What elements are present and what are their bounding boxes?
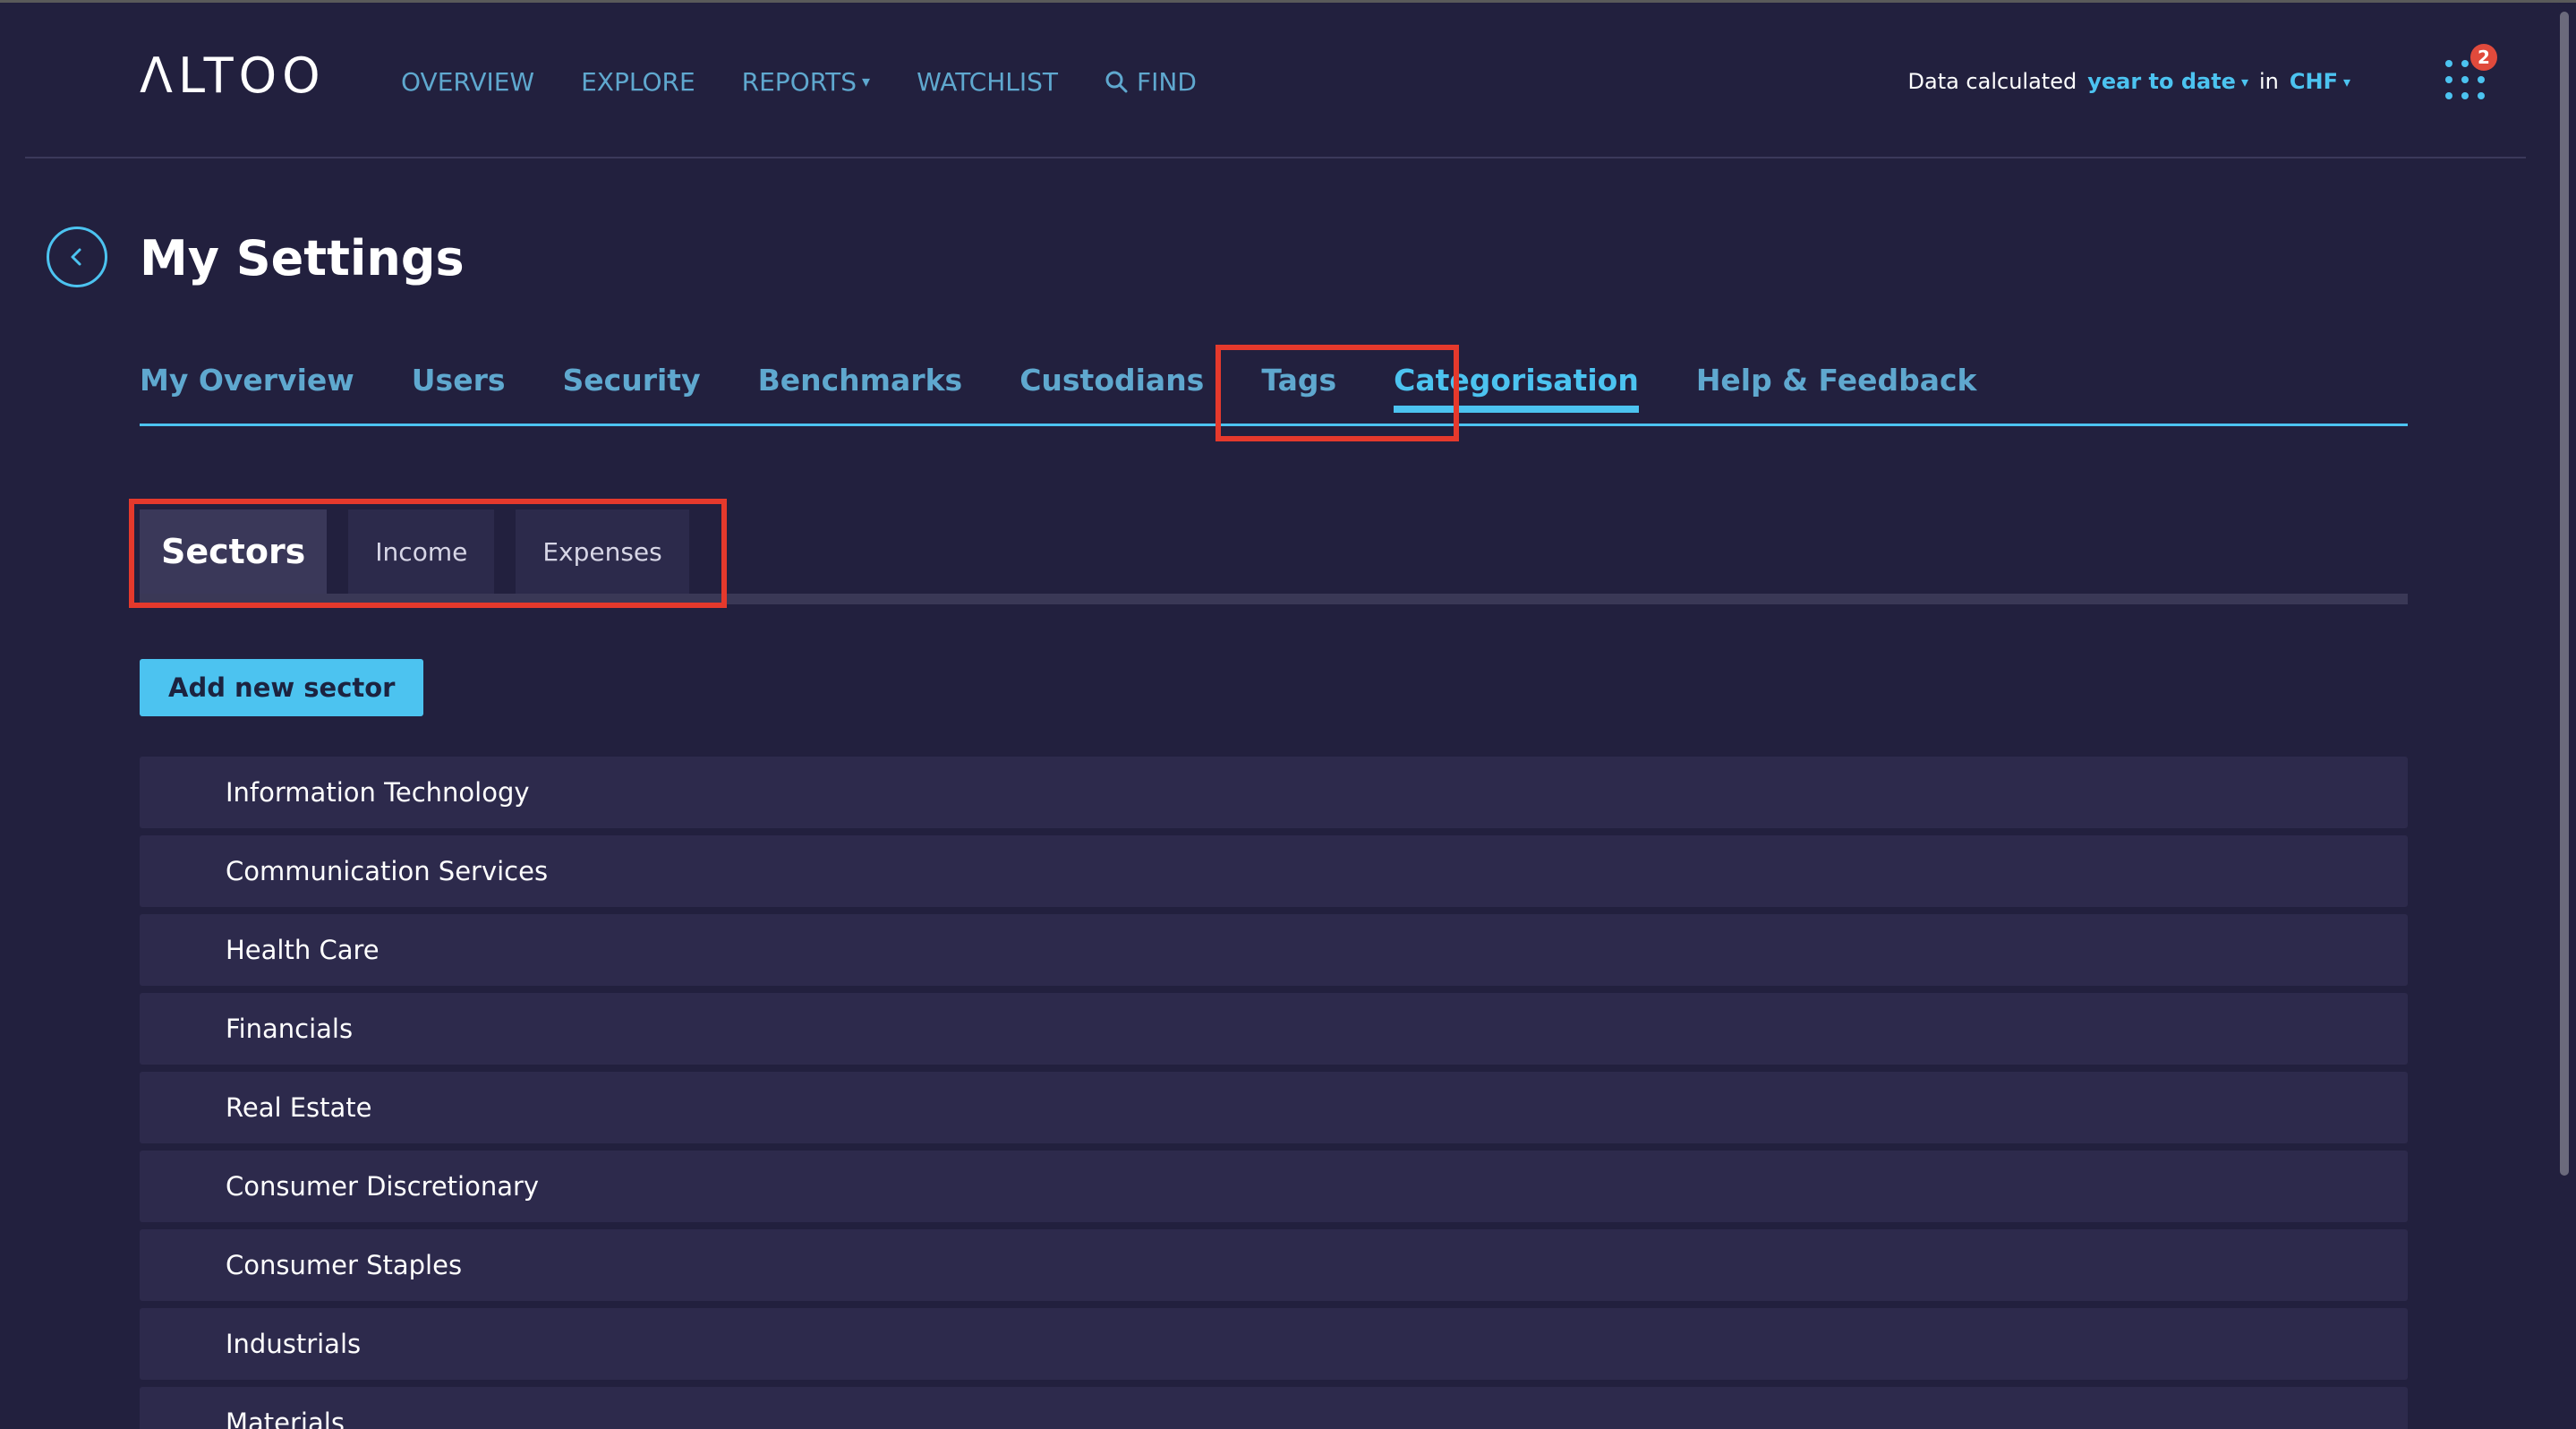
sector-item-consumer-staples[interactable]: Consumer Staples [140,1229,2408,1301]
top-bar: ΛLTOO OVERVIEW EXPLORE REPORTS ▾ WATCHLI… [25,3,2526,158]
nav-reports[interactable]: REPORTS ▾ [742,67,870,97]
chevron-down-icon: ▾ [2342,73,2350,90]
back-button[interactable] [47,227,107,287]
sector-item-industrials[interactable]: Industrials [140,1308,2408,1380]
subtab-sectors[interactable]: Sectors [140,509,328,594]
nav-watchlist[interactable]: WATCHLIST [917,67,1058,97]
tab-custodians[interactable]: Custodians [1019,354,1204,420]
sector-item-real-estate[interactable]: Real Estate [140,1072,2408,1143]
tab-tags[interactable]: Tags [1261,354,1336,420]
sector-item-materials[interactable]: Materials [140,1387,2408,1429]
period-dropdown[interactable]: year to date ▾ [2087,69,2248,94]
chevron-down-icon: ▾ [2240,73,2248,90]
currency-dropdown[interactable]: CHF ▾ [2290,69,2350,94]
sector-item-information-technology[interactable]: Information Technology [140,757,2408,828]
data-calculation-selector: Data calculated year to date ▾ in CHF ▾ [1908,65,2351,98]
tab-help-feedback[interactable]: Help & Feedback [1696,354,1977,420]
tab-users[interactable]: Users [412,354,506,420]
search-icon [1105,71,1128,93]
altoo-logo[interactable]: ΛLTOO [140,51,326,101]
app-window: ΛLTOO OVERVIEW EXPLORE REPORTS ▾ WATCHLI… [0,0,2576,1429]
tab-security[interactable]: Security [563,354,701,420]
nav-find-label: FIND [1137,66,1197,97]
subtab-income[interactable]: Income [348,509,495,594]
sector-item-communication-services[interactable]: Communication Services [140,835,2408,907]
page-scrollbar[interactable] [2556,3,2571,1429]
nav-explore-label: EXPLORE [581,66,695,97]
sector-item-financials[interactable]: Financials [140,993,2408,1065]
tab-benchmarks[interactable]: Benchmarks [758,354,963,420]
data-calculated-label: Data calculated [1907,69,2077,94]
chevron-down-icon: ▾ [862,72,871,91]
sector-list: Information Technology Communication Ser… [140,757,2408,1429]
add-new-sector-button[interactable]: Add new sector [140,659,424,716]
subtab-rail [140,594,2408,604]
page-title: My Settings [140,230,465,287]
main-nav: OVERVIEW EXPLORE REPORTS ▾ WATCHLIST FIN… [401,64,1243,99]
tab-categorisation[interactable]: Categorisation [1394,354,1639,420]
sector-item-consumer-discretionary[interactable]: Consumer Discretionary [140,1151,2408,1222]
apps-menu-button[interactable]: 2 [2444,44,2497,99]
nav-overview-label: OVERVIEW [401,66,535,97]
category-subtabs: Sectors Income Expenses [140,509,711,594]
nav-explore[interactable]: EXPLORE [581,67,695,97]
tab-my-overview[interactable]: My Overview [140,354,354,420]
subtab-expenses[interactable]: Expenses [516,509,689,594]
nav-reports-label: REPORTS [741,66,857,97]
nav-overview[interactable]: OVERVIEW [401,67,534,97]
settings-tabs: My Overview Users Security Benchmarks Cu… [140,354,2408,426]
period-value: year to date [2087,69,2236,94]
chevron-left-icon [71,248,81,266]
nav-watchlist-label: WATCHLIST [917,66,1059,97]
scrollbar-thumb[interactable] [2560,12,2569,1176]
currency-value: CHF [2289,69,2338,94]
sector-item-health-care[interactable]: Health Care [140,914,2408,986]
in-label: in [2258,69,2279,94]
nav-find[interactable]: FIND [1105,67,1197,97]
notification-badge: 2 [2470,44,2497,71]
